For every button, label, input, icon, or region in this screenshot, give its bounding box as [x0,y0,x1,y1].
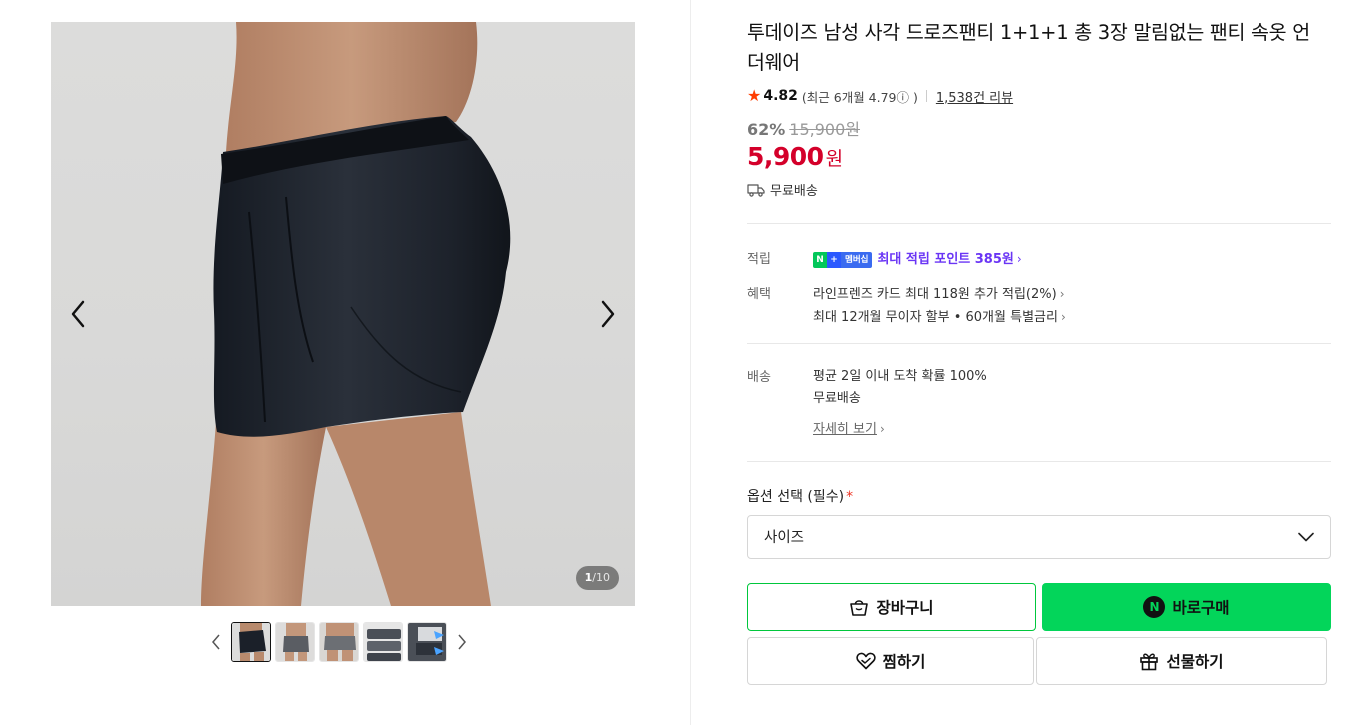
option-label: 옵션 선택 (필수) [747,488,845,505]
delivery-fee-text: 무료배송 [813,390,861,406]
thumbnail-5[interactable] [407,622,447,662]
column-divider [690,0,691,725]
wishlist-label: 찜하기 [882,652,926,671]
add-to-cart-button[interactable]: 장바구니 [747,582,1036,631]
section-divider [747,342,1331,344]
chevron-left-icon [71,300,85,328]
action-buttons: 장바구니 N 바로구매 찜하기 선물하기 [747,582,1331,685]
thumbnail-strip [205,621,473,663]
delivery-section: 배송 평균 2일 이내 도착 확률 100% 무료배송 자세히 보기 › [747,366,1331,441]
discount-rate: 62% [747,120,786,139]
sale-price: 5,900 [747,142,824,171]
chevron-down-icon [1298,532,1314,541]
wishlist-button[interactable]: 찜하기 [747,636,1034,685]
points-label: 적립 [747,252,771,267]
product-image-gallery: 1/10 [51,22,635,606]
rating-score: 4.82 [763,88,798,104]
size-select[interactable]: 사이즈 [747,514,1331,559]
chevron-right-icon: › [1016,252,1022,266]
max-points-link[interactable]: 최대 적립 포인트 385원 [877,252,1013,267]
thumbnail-image [364,623,402,661]
installment-benefit-text: 최대 12개월 무이자 할부 • 60개월 특별금리 [813,309,1058,325]
shopping-bag-icon [850,599,869,616]
thumbnail-image [408,623,446,661]
card-benefit-text: 라인프렌즈 카드 최대 118원 추가 적립(2%) [813,286,1057,302]
chevron-right-icon: › [879,421,885,436]
section-divider [747,460,1331,462]
thumbnail-next-button[interactable] [451,622,473,662]
image-counter-total: 10 [596,571,610,584]
plus-icon: + [827,251,841,268]
chevron-right-icon: › [1060,309,1066,324]
chevron-right-icon [458,634,466,650]
product-main-image [201,22,511,606]
original-price: 15,900원 [789,120,861,139]
delivery-detail-row[interactable]: 자세히 보기 › [813,418,1331,441]
size-select-value: 사이즈 [764,530,805,546]
thumbnail-2[interactable] [275,622,315,662]
points-row[interactable]: N + 멤버십 최대 적립 포인트 385원 › [813,248,1331,268]
option-label-row: 옵션 선택 (필수) * [747,486,1331,506]
thumbnail-4[interactable] [363,622,403,662]
naver-pay-icon: N [1143,595,1166,618]
section-divider [747,223,1331,224]
shipping-text: 무료배송 [770,184,818,199]
delivery-info: 평균 2일 이내 도착 확률 100% 무료배송 자세히 보기 › [813,366,1331,441]
naver-membership-badge: N + 멤버십 [813,251,873,268]
star-icon: ★ [747,86,762,105]
thumbnail-image [232,623,270,661]
thumbnail-3[interactable] [319,622,359,662]
buy-now-label: 바로구매 [1172,598,1230,617]
gift-button[interactable]: 선물하기 [1036,636,1327,685]
gift-icon [1140,653,1159,670]
image-prev-button[interactable] [63,294,93,334]
naver-n-icon: N [813,251,827,268]
delivery-label: 배송 [747,369,771,385]
thumbnail-prev-button[interactable] [205,622,227,662]
benefit-list: 라인프렌즈 카드 최대 118원 추가 적립(2%) › 최대 12개월 무이자 … [813,283,1331,329]
recent-rating[interactable]: (최근 6개월 4.79ⓘ ) [802,87,918,106]
product-info-panel: 투데이즈 남성 사각 드로즈팬티 1+1+1 총 3장 말림없는 팬티 속옷 언… [747,18,1331,685]
card-benefit-link[interactable]: 라인프렌즈 카드 최대 118원 추가 적립(2%) › [813,283,1331,306]
thumbnail-image [276,623,314,661]
image-counter: 1/10 [575,566,619,590]
thumbnail-1[interactable] [231,622,271,662]
currency-unit: 원 [825,148,844,170]
delivery-arrival-text: 평균 2일 이내 도착 확률 100% [813,368,987,384]
installment-benefit-link[interactable]: 최대 12개월 무이자 할부 • 60개월 특별금리 › [813,306,1331,329]
benefits-section: 적립 N + 멤버십 최대 적립 포인트 385원 › 혜택 라인프렌즈 카드 최대 … [747,248,1331,329]
product-title: 투데이즈 남성 사각 드로즈팬티 1+1+1 총 3장 말림없는 팬티 속옷 언… [747,21,1310,74]
shipping-row: 무료배송 [747,180,1331,199]
chevron-left-icon [212,634,220,650]
membership-badge-text: 멤버십 [841,251,873,268]
divider [925,90,927,102]
chevron-right-icon [601,300,615,328]
add-to-cart-label: 장바구니 [876,598,934,617]
buy-now-button[interactable]: N 바로구매 [1042,582,1331,631]
image-next-button[interactable] [593,294,623,334]
review-count-link[interactable]: 1,538건 리뷰 [936,87,1013,106]
discount-row: 62% 15,900원 [747,116,1331,140]
chevron-right-icon: › [1059,286,1065,301]
truck-icon [747,183,765,197]
required-mark: * [846,488,854,505]
heart-icon [855,652,876,669]
delivery-detail-link[interactable]: 자세히 보기 [813,422,877,437]
gift-label: 선물하기 [1166,652,1224,671]
rating-row: ★ 4.82 (최근 6개월 4.79ⓘ ) 1,538건 리뷰 [747,86,1331,106]
price-row: 5,900 원 [747,142,1331,171]
thumbnail-image [320,623,358,661]
benefit-label: 혜택 [747,286,771,302]
